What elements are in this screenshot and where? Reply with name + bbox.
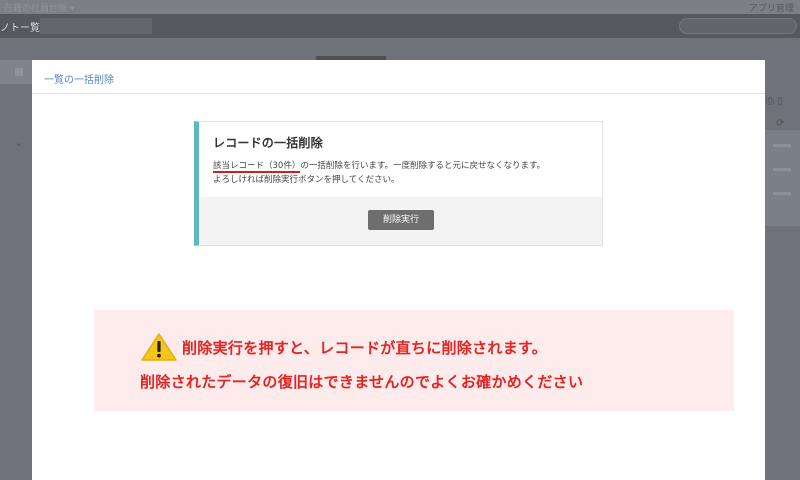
dialog-title: 一覧の一括削除 <box>44 75 114 86</box>
side-tab-icon <box>15 68 23 76</box>
background-list-column <box>765 130 800 226</box>
card-body: レコードの一括削除 該当レコード（30件）の一括削除を行います。一度削除すると元… <box>199 122 602 197</box>
search-input[interactable] <box>679 18 797 34</box>
card-heading: レコードの一括削除 <box>213 136 323 150</box>
bulk-delete-dialog: 一覧の一括削除 レコードの一括削除 該当レコード（30件）の一括削除を行います。… <box>32 60 765 480</box>
view-selector[interactable] <box>40 18 152 34</box>
print-icon[interactable]: ⎙ ▯ <box>766 96 783 107</box>
app-name: 在籍の社員台帳 ▾ <box>4 4 75 14</box>
execute-delete-button[interactable]: 削除実行 <box>368 210 434 230</box>
card-footer: 削除実行 <box>199 197 602 245</box>
app-settings-link[interactable]: アプリ管理 <box>749 1 794 14</box>
warning-line-2: 削除されたデータの復旧はできませんのでよくお確かめください <box>140 371 583 392</box>
refresh-icon[interactable]: ⟳ <box>776 118 784 129</box>
side-tab[interactable] <box>0 60 32 84</box>
warning-box: 削除実行を押すと、レコードが直ちに削除されます。 削除されたデータの復旧はできま… <box>94 310 734 411</box>
bulk-delete-card: レコードの一括削除 該当レコード（30件）の一括削除を行います。一度削除すると元… <box>194 121 603 246</box>
card-description: 該当レコード（30件）の一括削除を行います。一度削除すると元に戻せなくなります。… <box>213 159 588 187</box>
app-navbar: ノトー覧 <box>0 14 800 38</box>
description-text: の一括削除を行います。一度削除すると元に戻せなくなります。 <box>300 161 546 171</box>
app-topbar: 在籍の社員台帳 ▾ アプリ管理 <box>0 0 800 14</box>
warning-icon <box>141 333 177 361</box>
warning-text-2: 削除されたデータの復旧はできませんのでよくお確かめください <box>140 373 584 391</box>
dialog-header: 一覧の一括削除 <box>32 60 765 94</box>
target-record-count: 該当レコード（30件） <box>213 161 301 173</box>
chevron-down-icon[interactable]: ⌄ <box>14 136 23 149</box>
confirmation-text: よろしければ削除実行ボタンを押してください。 <box>213 175 400 185</box>
warning-text-1: 削除実行を押すと、レコードが直ちに削除されます。 <box>182 338 548 357</box>
view-list-label[interactable]: ノトー覧 <box>0 19 40 34</box>
warning-line-1: 削除実行を押すと、レコードが直ちに削除されます。 <box>140 332 547 362</box>
